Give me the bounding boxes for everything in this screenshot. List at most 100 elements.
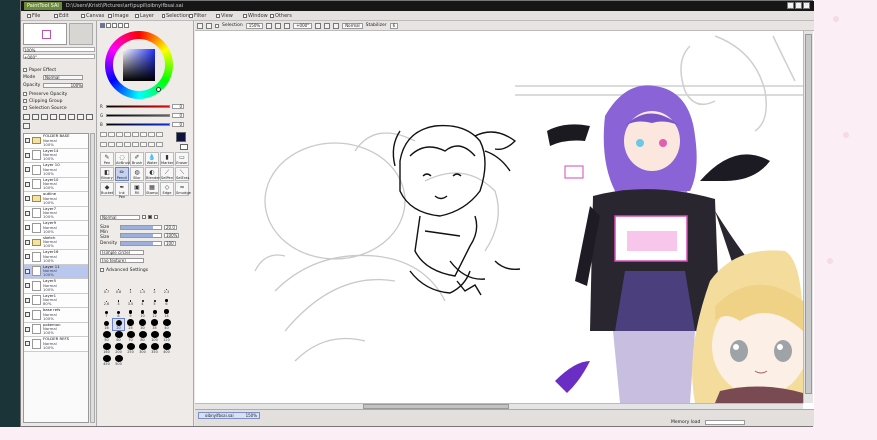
invert-selection-icon[interactable] <box>206 22 212 29</box>
shape-square-icon[interactable] <box>142 215 146 219</box>
brush-size-preset[interactable]: 2 <box>149 283 160 294</box>
canvas-angle-select[interactable]: +000° <box>293 22 313 29</box>
foreground-color[interactable] <box>176 132 186 142</box>
layer-row[interactable]: pokemon Normal 100% <box>24 322 88 337</box>
advanced-settings-checkbox[interactable] <box>100 268 104 272</box>
zoom-out-icon[interactable] <box>266 22 273 29</box>
brush-size-preset[interactable]: 3.5 <box>125 295 136 306</box>
layer-row[interactable]: Layer 11 Normal 100% <box>24 264 88 279</box>
visibility-eye-icon[interactable] <box>25 225 30 231</box>
visibility-eye-icon[interactable] <box>25 239 30 245</box>
swatch[interactable] <box>156 141 163 147</box>
tool-eraser[interactable]: ▭ Eraser <box>175 152 189 166</box>
swatch[interactable] <box>116 132 123 137</box>
opacity-slider[interactable]: 100% <box>43 82 83 88</box>
brush-size-preset[interactable]: 120 <box>161 331 172 342</box>
clipping-group-row[interactable]: Clipping Group <box>23 98 95 104</box>
tool-airbrush[interactable]: ◌ AirBrush <box>115 152 131 166</box>
menu-edit[interactable]: Edit <box>54 13 81 19</box>
clear-layer-icon[interactable] <box>68 114 75 120</box>
visibility-eye-icon[interactable] <box>25 297 30 303</box>
brush-size-preset[interactable]: 3 <box>113 295 124 306</box>
layer-row[interactable]: Layer7 Normal 100% <box>24 206 88 221</box>
swatch[interactable] <box>148 141 155 147</box>
color-slider-value[interactable]: 0 <box>172 103 184 109</box>
brush-size-value[interactable]: 20.0 <box>164 224 177 230</box>
brush-size-preset[interactable]: 30 <box>137 319 148 330</box>
layer-row[interactable]: Layer5 Normal 100% <box>24 279 88 294</box>
canvas-zoom-select[interactable]: 150% <box>245 22 264 29</box>
layer-list-scrollbar[interactable] <box>90 133 95 423</box>
color-wheel[interactable] <box>105 31 173 99</box>
hue-handle[interactable] <box>156 87 161 92</box>
paper-effect-toggle[interactable] <box>23 68 27 72</box>
merge-down-icon[interactable] <box>86 114 93 120</box>
rotate-left-icon[interactable] <box>315 22 322 29</box>
brush-mode-select[interactable]: Normal <box>100 214 140 220</box>
saturation-value-square[interactable] <box>123 49 155 81</box>
brush-size-preset[interactable]: 40 <box>161 319 172 330</box>
brush-size-preset[interactable]: 70 <box>125 331 136 342</box>
brush-size-preset[interactable]: 6 <box>161 295 172 306</box>
swatch[interactable] <box>100 132 107 137</box>
brush-size-slider[interactable] <box>120 224 162 230</box>
visibility-eye-icon[interactable] <box>25 210 30 216</box>
brush-size-preset[interactable]: 160 <box>101 343 112 354</box>
color-slider-value[interactable]: 0 <box>172 121 184 127</box>
tool-pen[interactable]: ✎ Pen <box>100 152 114 166</box>
mode-select[interactable]: Normal <box>43 74 83 80</box>
background-color[interactable] <box>180 144 188 150</box>
tool-seleras[interactable]: ⟍ SelEras <box>175 167 189 181</box>
visibility-eye-icon[interactable] <box>25 167 30 173</box>
brush-size-preset[interactable]: 350 <box>149 343 160 354</box>
maximize-button[interactable]: □ <box>795 2 802 9</box>
reset-zoom-icon[interactable] <box>284 22 291 29</box>
color-slider-track[interactable] <box>106 104 170 108</box>
tool-brush[interactable]: ✐ Brush <box>130 152 144 166</box>
menu-filter[interactable]: Filter <box>189 13 216 19</box>
brush-size-preset[interactable]: 35 <box>149 319 160 330</box>
preserve-opacity-checkbox[interactable] <box>23 92 27 96</box>
brush-shape-select[interactable]: (simple circle) <box>100 249 144 255</box>
visibility-eye-icon[interactable] <box>25 254 30 260</box>
swatch[interactable] <box>116 141 123 147</box>
rgb-slider-icon[interactable] <box>106 23 111 28</box>
brush-size-preset[interactable]: 2.3 <box>161 283 172 294</box>
visibility-eye-icon[interactable] <box>25 152 30 158</box>
swatch[interactable] <box>132 132 139 137</box>
swatch[interactable] <box>108 132 115 137</box>
brush-size-preset[interactable]: 5 <box>149 295 160 306</box>
layer-row[interactable]: base refs Normal 100% <box>24 308 88 323</box>
delete-layer-icon[interactable] <box>59 114 66 120</box>
brush-size-preset[interactable]: 0.8 <box>113 283 124 294</box>
menu-image[interactable]: Image <box>108 13 135 19</box>
swatch[interactable] <box>148 132 155 137</box>
swatch[interactable] <box>124 132 131 137</box>
swatch[interactable] <box>108 141 115 147</box>
transfer-down-icon[interactable] <box>77 114 84 120</box>
density-slider[interactable] <box>120 240 162 246</box>
brush-size-preset[interactable]: 80 <box>137 331 148 342</box>
paper-effect-row[interactable]: Paper Effect <box>23 67 95 73</box>
brush-size-preset[interactable]: 2.6 <box>101 295 112 306</box>
color-slider-track[interactable] <box>106 122 170 126</box>
tool-binary[interactable]: ◧ Binary <box>100 167 114 181</box>
layer-row[interactable]: outline Normal 100% <box>24 192 88 207</box>
brush-size-preset[interactable]: 9 <box>125 307 136 318</box>
visibility-eye-icon[interactable] <box>25 326 30 332</box>
layer-row[interactable]: FOLDER BASE Normal 100% <box>24 134 88 149</box>
tool-bucket[interactable]: ◆ Bucket <box>100 182 114 196</box>
drawing-canvas[interactable] <box>195 31 803 403</box>
visibility-eye-icon[interactable] <box>25 341 30 347</box>
selection-source-row[interactable]: Selection Source <box>23 105 95 111</box>
selection-source-checkbox[interactable] <box>23 106 27 110</box>
color-slider-value[interactable]: 0 <box>172 112 184 118</box>
min-size-value[interactable]: 100% <box>164 232 180 238</box>
navigator-buttons[interactable] <box>69 23 93 45</box>
copy-layer-icon[interactable] <box>50 114 57 120</box>
new-folder-icon[interactable] <box>41 114 48 120</box>
tool-edge[interactable]: ◇ Edge <box>160 182 174 196</box>
tool-fill[interactable]: ▣ Fill <box>130 182 144 196</box>
brush-size-preset[interactable]: 450 <box>101 355 112 366</box>
flip-icon[interactable] <box>333 22 340 29</box>
